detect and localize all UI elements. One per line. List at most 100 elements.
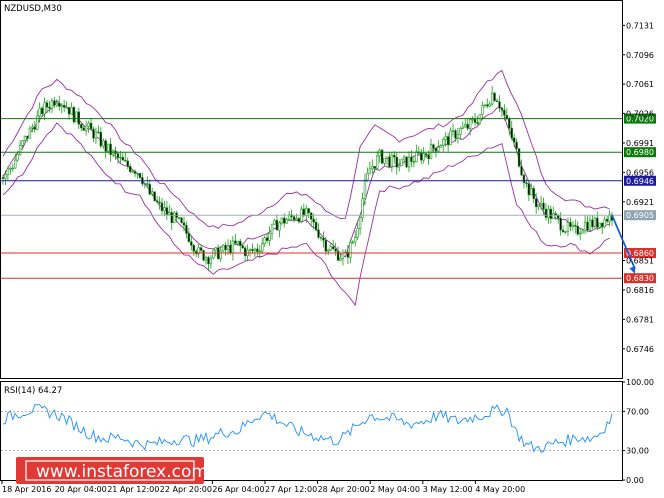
candle-body: [307, 208, 310, 214]
candle-body: [444, 136, 447, 140]
candle-body: [268, 233, 271, 241]
candle-body: [33, 126, 36, 130]
candle-body: [270, 223, 274, 234]
candle-body: [603, 218, 606, 227]
chart-canvas: 0.70200.69800.69460.69050.68600.6830 0.7…: [0, 0, 656, 494]
candle-body: [464, 124, 467, 128]
candle-body: [398, 165, 401, 168]
candle-body: [547, 208, 550, 218]
candle-body: [94, 131, 98, 139]
x-tick-label: 20 Apr 04:00: [55, 485, 107, 494]
y-tick-label: 0.6781: [626, 315, 654, 324]
candle-body: [415, 151, 418, 163]
candle-body: [126, 160, 129, 167]
candle-body: [412, 161, 416, 163]
candle-body: [23, 135, 27, 142]
candle-body: [314, 221, 318, 231]
candle-body: [552, 213, 555, 219]
candle-body: [6, 168, 10, 176]
candle-body: [180, 217, 183, 224]
x-tick-label: 22 Apr 20:00: [160, 485, 212, 494]
y-tick-label: 0.7061: [626, 80, 654, 89]
candle-body: [476, 122, 479, 124]
forecast-arrow-head: [629, 266, 636, 274]
candle-body: [588, 219, 592, 231]
candle-body: [190, 241, 193, 246]
candle-body: [532, 188, 535, 199]
candle-body: [461, 126, 465, 129]
candle-body: [285, 219, 288, 224]
candle-body: [65, 107, 68, 109]
candle-body: [28, 127, 32, 139]
candle-body: [456, 134, 460, 139]
candle-body: [97, 131, 100, 134]
candle-body: [58, 102, 61, 107]
candle-body: [422, 153, 425, 161]
candle-body: [579, 232, 582, 235]
candle-body: [363, 179, 367, 199]
candle-body: [158, 201, 161, 204]
candle-body: [292, 216, 296, 221]
candle-body: [202, 250, 205, 261]
x-tick-label: 2 May 04:00: [370, 485, 420, 494]
x-tick-label: 28 Apr 20:00: [318, 485, 370, 494]
candle-body: [11, 167, 14, 170]
candle-body: [512, 137, 516, 143]
candle-body: [451, 130, 455, 132]
candle-body: [241, 245, 244, 249]
y-tick-label: 0.6851: [626, 257, 654, 266]
candle-body: [586, 221, 589, 231]
candle-body: [251, 249, 254, 252]
candle-body: [89, 122, 93, 130]
candle-body: [488, 103, 491, 107]
candle-body: [165, 207, 169, 215]
candle-body: [459, 128, 462, 135]
candle-body: [92, 128, 95, 139]
candle-body: [53, 100, 56, 106]
candle-body: [173, 212, 176, 224]
level-badge-label: 0.6905: [626, 211, 654, 220]
candle-body: [334, 248, 337, 252]
candle-body: [385, 156, 389, 159]
x-tick-label: 27 Apr 12:00: [265, 485, 317, 494]
candle-body: [14, 159, 17, 169]
candle-body: [503, 109, 506, 116]
candle-body: [605, 218, 609, 222]
y-tick-label: 0.6921: [626, 198, 654, 207]
candle-body: [1, 177, 5, 179]
rsi-tick-label: 100.00: [626, 378, 654, 387]
x-tick-label: 26 Apr 04:00: [212, 485, 264, 494]
candle-body: [356, 228, 359, 238]
candle-body: [500, 107, 504, 111]
candle-body: [341, 252, 345, 259]
candle-body: [473, 118, 477, 123]
candle-body: [9, 168, 12, 170]
candle-body: [207, 257, 210, 265]
candle-body: [371, 166, 374, 170]
candle-body: [146, 183, 149, 185]
candle-body: [537, 204, 540, 208]
candle-body: [121, 156, 125, 161]
candle-body: [454, 130, 457, 139]
candle-body: [574, 224, 577, 227]
candle-body: [468, 119, 472, 129]
candle-body: [116, 153, 120, 158]
candle-body: [542, 202, 545, 210]
candle-body: [564, 231, 567, 233]
candle-body: [278, 222, 281, 231]
candle-body: [527, 183, 531, 196]
candle-body: [43, 102, 46, 115]
candle-body: [136, 172, 139, 175]
y-tick-label: 0.6746: [626, 345, 654, 354]
candle-body: [339, 258, 342, 261]
candle-body: [331, 246, 335, 250]
x-tick-label: 18 Apr 2016: [2, 485, 51, 494]
candle-body: [427, 154, 430, 160]
watermark: www.instaforex.com: [16, 457, 208, 484]
candle-body: [583, 221, 587, 232]
candle-body: [424, 153, 428, 156]
candle-body: [155, 200, 159, 203]
candle-body: [265, 237, 269, 241]
candle-body: [204, 257, 208, 261]
candle-body: [150, 191, 154, 195]
